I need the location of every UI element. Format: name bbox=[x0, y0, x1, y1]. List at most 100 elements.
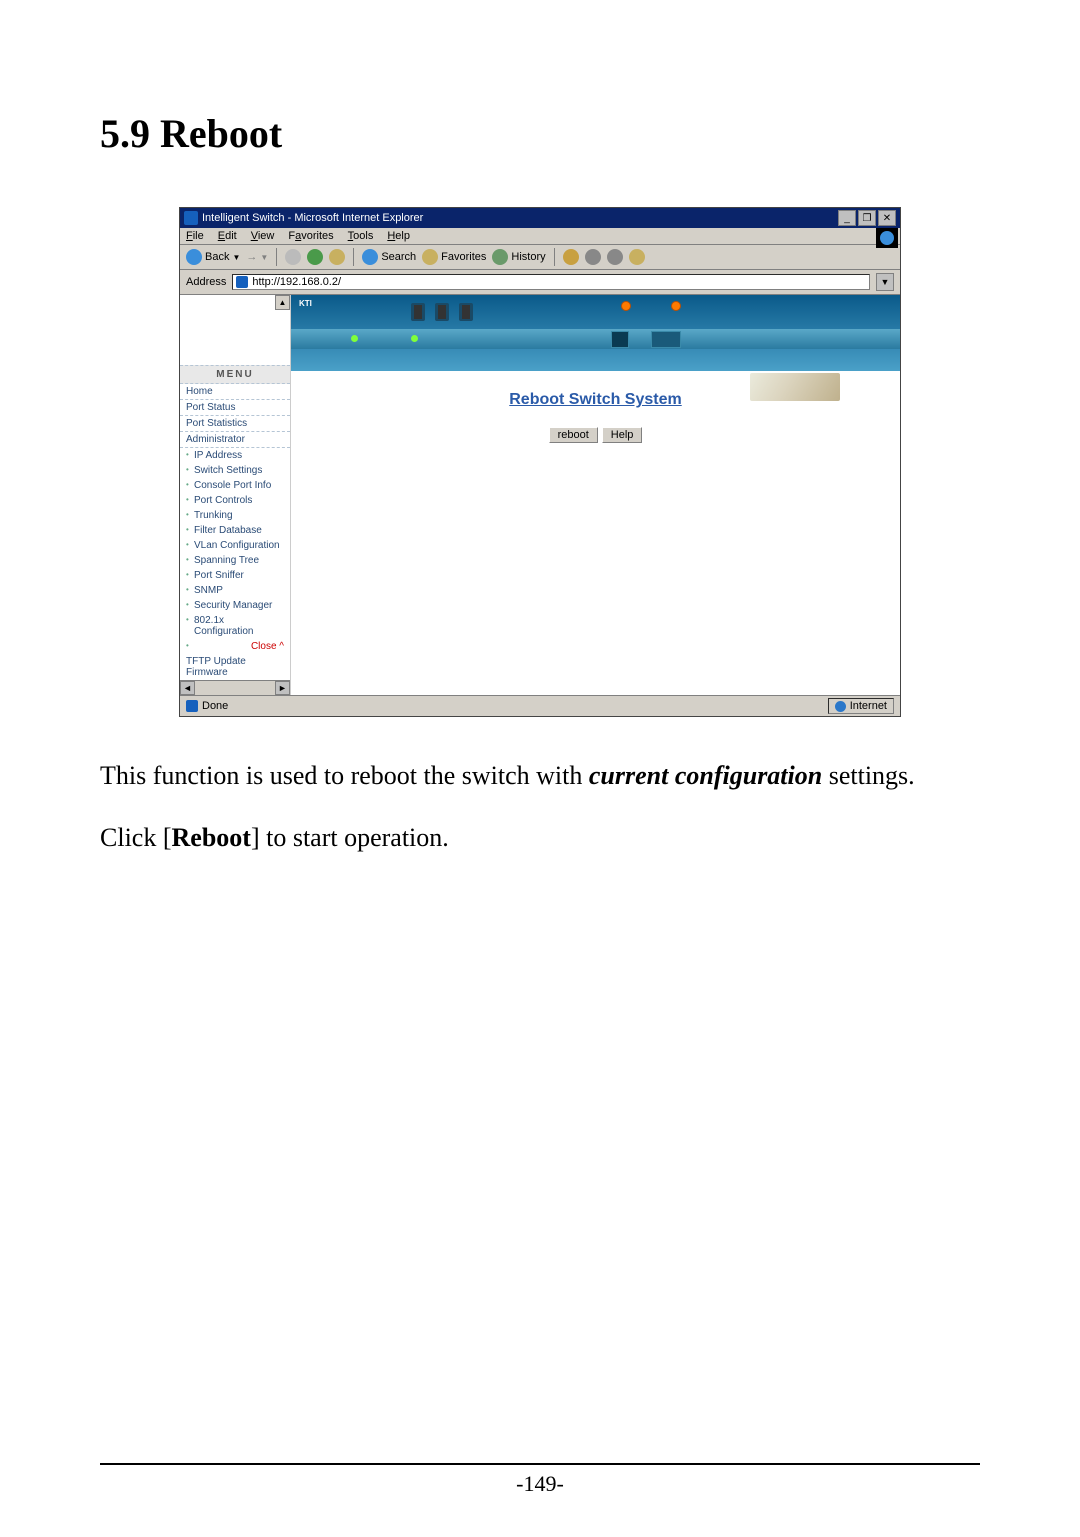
search-icon bbox=[362, 249, 378, 265]
address-input[interactable]: http://192.168.0.2/ bbox=[232, 274, 870, 290]
window-title-text: Intelligent Switch - Microsoft Internet … bbox=[202, 212, 423, 224]
home-icon[interactable] bbox=[329, 249, 345, 265]
text-run: settings. bbox=[822, 761, 914, 790]
ie-screenshot: Intelligent Switch - Microsoft Internet … bbox=[179, 207, 901, 717]
history-label: History bbox=[511, 251, 545, 263]
favorites-label: Favorites bbox=[441, 251, 486, 263]
text-run: Click [ bbox=[100, 823, 172, 852]
scroll-left-icon[interactable]: ◄ bbox=[180, 681, 195, 695]
ie-logo-icon bbox=[184, 211, 198, 225]
sidebar-item-administrator[interactable]: Administrator bbox=[180, 432, 290, 448]
sidebar-item-port-status[interactable]: Port Status bbox=[180, 400, 290, 416]
address-dropdown-icon[interactable]: ▼ bbox=[876, 273, 894, 291]
mail-icon[interactable] bbox=[563, 249, 579, 265]
sidebar-sub-ip[interactable]: IP Address bbox=[180, 448, 290, 463]
favorites-icon bbox=[422, 249, 438, 265]
discuss-icon[interactable] bbox=[629, 249, 645, 265]
sidebar-sub-close[interactable]: Close ^ bbox=[180, 639, 290, 654]
page-footer: -149- bbox=[100, 1463, 980, 1497]
reboot-button[interactable]: reboot bbox=[549, 427, 598, 443]
indicator-bar bbox=[291, 329, 900, 349]
menubar: File Edit View Favorites Tools Help bbox=[180, 228, 900, 245]
device-brand: KTI bbox=[299, 299, 312, 308]
stop-icon[interactable] bbox=[285, 249, 301, 265]
sidebar: ▲ MENU Home Port Status Port Statistics … bbox=[180, 295, 291, 695]
dropdown-arrow-icon: ▼ bbox=[260, 253, 268, 262]
text-run: ] to start operation. bbox=[251, 823, 449, 852]
sidebar-item-tftp[interactable]: TFTP Update Firmware bbox=[180, 654, 290, 681]
back-arrow-icon bbox=[186, 249, 202, 265]
page-icon bbox=[236, 276, 248, 288]
search-label: Search bbox=[381, 251, 416, 263]
led-icon bbox=[671, 301, 681, 311]
module-slot-icon bbox=[651, 331, 681, 348]
history-button[interactable]: History bbox=[492, 249, 545, 265]
sidebar-sub-vlan[interactable]: VLan Configuration bbox=[180, 538, 290, 553]
sidebar-sub-trunking[interactable]: Trunking bbox=[180, 508, 290, 523]
maximize-button[interactable]: ❐ bbox=[858, 210, 876, 226]
menu-header: MENU bbox=[180, 365, 290, 384]
module-slot-icon bbox=[611, 331, 629, 348]
ie-throbber-icon bbox=[876, 228, 898, 248]
status-bar: Done Internet bbox=[180, 695, 900, 716]
history-icon bbox=[492, 249, 508, 265]
section-heading: 5.9 Reboot bbox=[100, 110, 980, 157]
menu-view[interactable]: View bbox=[251, 230, 275, 242]
scroll-up-icon[interactable]: ▲ bbox=[275, 295, 290, 310]
sidebar-sub-switch-settings[interactable]: Switch Settings bbox=[180, 463, 290, 478]
sidebar-sub-security[interactable]: Security Manager bbox=[180, 598, 290, 613]
window-titlebar: Intelligent Switch - Microsoft Internet … bbox=[180, 208, 900, 228]
favorites-button[interactable]: Favorites bbox=[422, 249, 486, 265]
main-pane: KTI bbox=[291, 295, 900, 695]
dropdown-arrow-icon: ▼ bbox=[232, 253, 240, 262]
page-number: -149- bbox=[100, 1471, 980, 1497]
refresh-icon[interactable] bbox=[307, 249, 323, 265]
sidebar-sub-port-controls[interactable]: Port Controls bbox=[180, 493, 290, 508]
sidebar-sub-console[interactable]: Console Port Info bbox=[180, 478, 290, 493]
content-pane: ▲ MENU Home Port Status Port Statistics … bbox=[180, 295, 900, 695]
port-panel bbox=[411, 303, 473, 321]
globe-icon bbox=[835, 701, 846, 712]
led-icon bbox=[621, 301, 631, 311]
zone-label: Internet bbox=[850, 700, 887, 712]
body-paragraph-2: Click [Reboot] to start operation. bbox=[100, 819, 980, 857]
close-button[interactable]: ✕ bbox=[878, 210, 896, 226]
toolbar: Back ▼ → ▼ Search Favorites Histor bbox=[180, 245, 900, 270]
emphasis: current configuration bbox=[589, 761, 822, 790]
edit-icon[interactable] bbox=[607, 249, 623, 265]
sidebar-sub-stp[interactable]: Spanning Tree bbox=[180, 553, 290, 568]
status-text: Done bbox=[202, 700, 228, 712]
scroll-right-icon[interactable]: ► bbox=[275, 681, 290, 695]
menu-tools[interactable]: Tools bbox=[348, 230, 374, 242]
security-zone: Internet bbox=[828, 698, 894, 714]
sidebar-item-home[interactable]: Home bbox=[180, 384, 290, 400]
decorative-image bbox=[750, 373, 840, 401]
address-label: Address bbox=[186, 276, 226, 288]
url-text: http://192.168.0.2/ bbox=[252, 276, 341, 288]
forward-button[interactable]: → ▼ bbox=[246, 251, 268, 263]
sidebar-sub-sniffer[interactable]: Port Sniffer bbox=[180, 568, 290, 583]
text-run: This function is used to reboot the swit… bbox=[100, 761, 589, 790]
sidebar-sub-snmp[interactable]: SNMP bbox=[180, 583, 290, 598]
back-button[interactable]: Back ▼ bbox=[186, 249, 240, 265]
status-led-icon bbox=[411, 335, 418, 342]
print-icon[interactable] bbox=[585, 249, 601, 265]
window-controls: _ ❐ ✕ bbox=[838, 210, 896, 226]
menu-edit[interactable]: Edit bbox=[218, 230, 237, 242]
bold-run: Reboot bbox=[172, 823, 251, 852]
menu-file[interactable]: File bbox=[186, 230, 204, 242]
address-bar: Address http://192.168.0.2/ ▼ bbox=[180, 270, 900, 295]
sidebar-sub-dot1x[interactable]: 802.1x Configuration bbox=[180, 613, 290, 639]
minimize-button[interactable]: _ bbox=[838, 210, 856, 226]
menu-help[interactable]: Help bbox=[387, 230, 410, 242]
help-button[interactable]: Help bbox=[602, 427, 643, 443]
forward-arrow-icon: → bbox=[246, 251, 257, 263]
search-button[interactable]: Search bbox=[362, 249, 416, 265]
menu-favorites[interactable]: Favorites bbox=[288, 230, 333, 242]
sidebar-sub-filter-db[interactable]: Filter Database bbox=[180, 523, 290, 538]
status-led-icon bbox=[351, 335, 358, 342]
sidebar-hscroll[interactable]: ◄ ► bbox=[180, 680, 290, 695]
page-icon bbox=[186, 700, 198, 712]
back-label: Back bbox=[205, 251, 229, 263]
sidebar-item-port-statistics[interactable]: Port Statistics bbox=[180, 416, 290, 432]
